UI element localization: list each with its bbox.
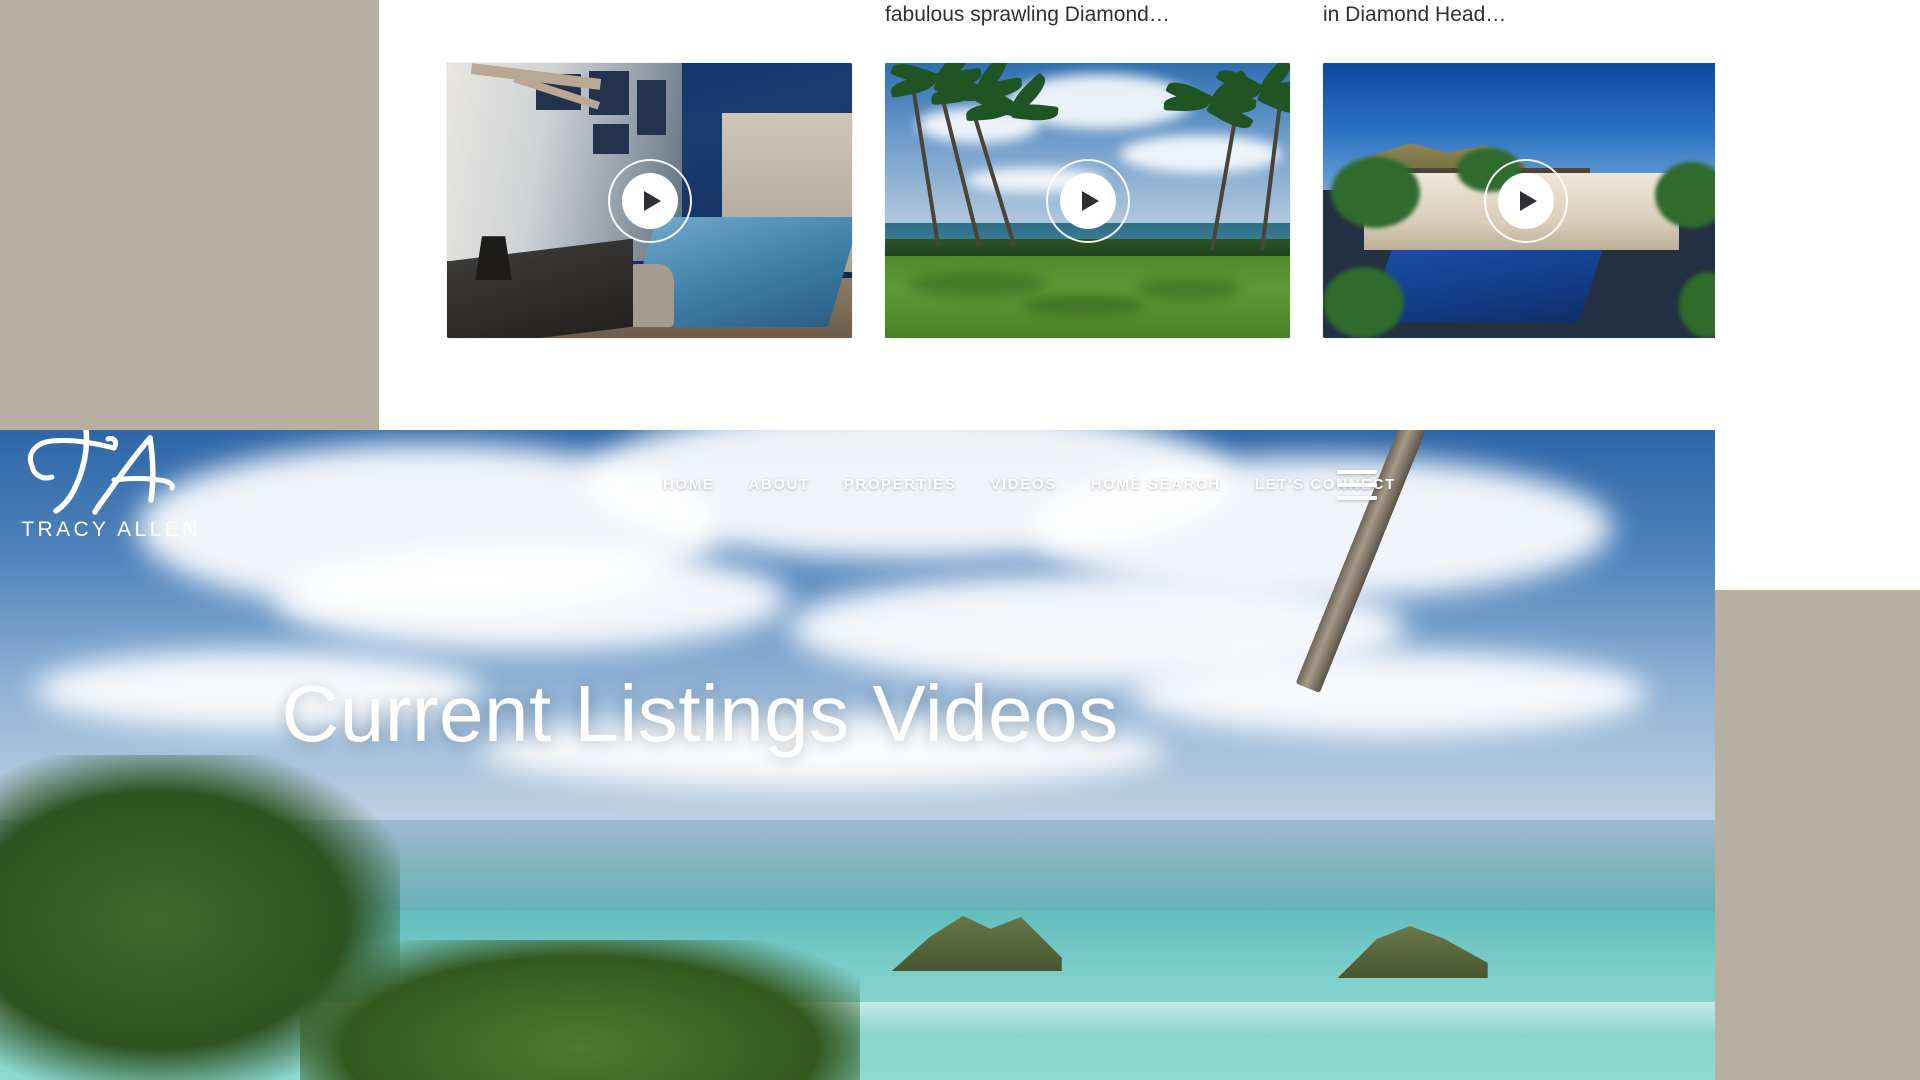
video-thumbnail[interactable] [447,63,852,338]
hero-title: Current Listings Videos [281,669,1119,758]
side-listing-description-2: d one-half bath isla [1715,543,1920,574]
play-icon [621,172,678,229]
current-listings-videos-strip: fabulous sprawling Diamond… in Diamond H… [0,0,1920,430]
play-button[interactable] [1483,158,1568,243]
page-root: fabulous sprawling Diamond… in Diamond H… [0,0,1920,1080]
nav-item-about[interactable]: ABOUT [731,476,826,493]
side-listing-description-3: like… [1715,574,1920,590]
nav-item-home-search[interactable]: HOME SEARCH [1074,476,1238,493]
right-beige-panel [1715,590,1920,1080]
video-cards-row: fabulous sprawling Diamond… in Diamond H… [379,0,1920,430]
play-button[interactable] [1045,158,1130,243]
video-card[interactable]: fabulous sprawling Diamond… [885,0,1385,430]
right-gutter [1715,0,1920,430]
video-thumbnail[interactable] [1323,63,1728,338]
play-button[interactable] [607,158,692,243]
side-listing-location: Honolulu, Hawaii [1715,466,1920,496]
video-card[interactable] [447,0,947,430]
caption-line-2: fabulous sprawling Diamond… [885,3,1170,26]
left-beige-panel [0,0,379,430]
site-logo[interactable]: TRACY ALLEN [18,430,204,542]
play-icon [1497,172,1554,229]
tracy-allen-monogram-icon [28,430,175,515]
nav-item-lets-connect[interactable]: LET'S CONNECT [1238,476,1413,493]
logo-wordmark: TRACY ALLEN [21,518,201,541]
nav-item-videos[interactable]: VIDEOS [973,476,1073,493]
nav-item-home[interactable]: HOME [646,476,731,493]
hero-section: TRACY ALLEN HOME ABOUT PROPERTIES VIDEOS… [0,430,1715,1080]
site-header: TRACY ALLEN HOME ABOUT PROPERTIES VIDEOS… [0,430,1715,560]
hamburger-menu-icon[interactable] [1337,470,1377,500]
play-icon [1059,172,1116,229]
hero-foliage-bottom [300,940,860,1080]
primary-navigation: HOME ABOUT PROPERTIES VIDEOS HOME SEARCH… [646,476,1413,493]
video-thumbnail[interactable] [885,63,1290,338]
side-listing-card[interactable]: Honolulu, Hawaii treat… this striking d … [1715,430,1920,590]
video-card-caption: fabulous sprawling Diamond… [885,0,1385,58]
video-card-caption [447,0,947,58]
nav-item-properties[interactable]: PROPERTIES [827,476,974,493]
side-listing-description-1: treat… this striking [1715,512,1920,543]
